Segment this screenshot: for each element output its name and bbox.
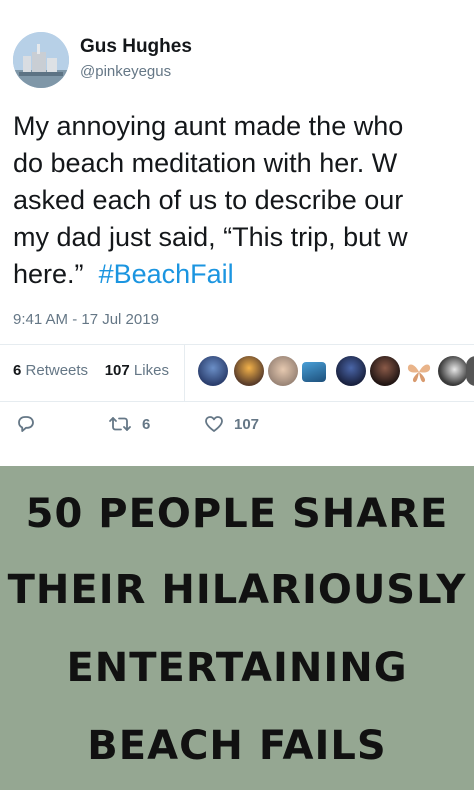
liker-avatar[interactable] xyxy=(406,360,432,384)
liker-avatar[interactable] xyxy=(268,356,298,386)
tweet-card: Gus Hughes @pinkeyegus My annoying aunt … xyxy=(0,0,474,466)
headline-line: BEACH FAILS xyxy=(87,723,387,769)
tweet-text-line: asked each of us to describe our xyxy=(13,185,404,215)
author-avatar[interactable] xyxy=(13,32,69,88)
tweet-actions: 6 107 xyxy=(0,414,474,444)
liker-avatar[interactable] xyxy=(370,356,400,386)
liker-avatar[interactable] xyxy=(234,356,264,386)
liker-avatar[interactable] xyxy=(466,356,474,386)
hashtag-link[interactable]: #BeachFail xyxy=(99,259,234,289)
divider xyxy=(0,344,474,345)
tweet-text-line: do beach meditation with her. W xyxy=(13,148,398,178)
divider xyxy=(0,401,474,402)
headline-line: THEIR HILARIOUSLY xyxy=(7,567,467,613)
like-button[interactable]: 107 xyxy=(204,414,259,434)
tweet-text: My annoying aunt made the who do beach m… xyxy=(13,108,474,293)
engagement-stats: 6 Retweets 107 Likes xyxy=(13,362,169,379)
headline-line: ENTERTAINING xyxy=(66,645,408,691)
retweets-count[interactable]: 6 xyxy=(13,362,21,379)
tweet-text-line-last: here.” #BeachFail xyxy=(13,256,474,293)
likes-count[interactable]: 107 xyxy=(105,362,130,379)
avatar-building-image xyxy=(13,32,69,88)
like-count: 107 xyxy=(234,415,260,433)
reply-icon xyxy=(18,416,34,432)
stats-separator xyxy=(184,345,185,401)
headline-banner: 50 PEOPLE SHARE THEIR HILARIOUSLY ENTERT… xyxy=(0,466,474,790)
reply-button[interactable] xyxy=(16,414,36,434)
liker-avatar[interactable] xyxy=(302,362,326,382)
tweet-text-line: My annoying aunt made the who xyxy=(13,111,404,141)
retweet-icon xyxy=(109,417,131,431)
retweet-count: 6 xyxy=(142,415,151,433)
liker-avatar[interactable] xyxy=(438,356,468,386)
retweet-button[interactable]: 6 xyxy=(108,414,150,434)
heart-icon xyxy=(205,416,223,432)
tweet-text-line: my dad just said, “This trip, but w xyxy=(13,222,408,252)
liker-avatar[interactable] xyxy=(336,356,366,386)
tweet-timestamp[interactable]: 9:41 AM - 17 Jul 2019 xyxy=(13,311,159,328)
author-name[interactable]: Gus Hughes xyxy=(80,36,192,58)
headline-line: 50 PEOPLE SHARE xyxy=(25,491,449,537)
author-handle[interactable]: @pinkeyegus xyxy=(80,63,171,80)
tweet-text-fragment: here.” xyxy=(13,259,84,289)
butterfly-icon xyxy=(407,364,431,383)
likes-label[interactable]: Likes xyxy=(134,362,169,379)
liker-avatar[interactable] xyxy=(198,356,228,386)
retweets-label[interactable]: Retweets xyxy=(26,362,89,379)
